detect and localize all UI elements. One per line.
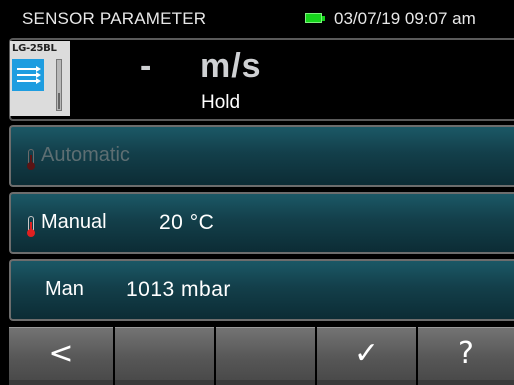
help-button[interactable]: ? bbox=[418, 327, 514, 385]
thermometer-icon bbox=[27, 149, 35, 171]
sensor-model-label: LG-25BL bbox=[12, 43, 57, 54]
automatic-temperature-option[interactable]: Automatic bbox=[9, 125, 514, 187]
measurement-value: - bbox=[140, 47, 153, 85]
date-time: 03/07/19 09:07 am bbox=[334, 9, 476, 28]
battery-icon bbox=[305, 13, 325, 23]
confirm-button[interactable]: ✓ bbox=[317, 327, 416, 385]
status-bar: SENSOR PARAMETER 03/07/19 09:07 am bbox=[0, 0, 514, 38]
checkmark-icon: ✓ bbox=[353, 336, 380, 371]
automatic-label: Automatic bbox=[41, 144, 130, 166]
thermometer-icon bbox=[27, 216, 35, 238]
hold-status: Hold bbox=[201, 92, 241, 113]
empty-button-2[interactable] bbox=[115, 327, 214, 385]
manual-label: Manual bbox=[41, 211, 107, 233]
measurement-unit: m/s bbox=[200, 47, 262, 85]
screen-title: SENSOR PARAMETER bbox=[22, 9, 207, 28]
back-button[interactable]: < bbox=[9, 327, 113, 385]
sensor-card: LG-25BL bbox=[10, 41, 70, 116]
empty-button-3[interactable] bbox=[216, 327, 315, 385]
pressure-label: Man bbox=[45, 278, 84, 300]
probe-icon bbox=[56, 59, 62, 111]
pressure-value: 1013 mbar bbox=[126, 278, 231, 301]
manual-temperature-value: 20 °C bbox=[159, 211, 215, 234]
chevron-left-icon: < bbox=[48, 336, 74, 371]
flow-sensor-icon bbox=[12, 59, 44, 91]
question-icon: ? bbox=[458, 336, 474, 371]
pressure-option[interactable]: Man 1013 mbar bbox=[9, 259, 514, 321]
manual-temperature-option[interactable]: Manual 20 °C bbox=[9, 192, 514, 254]
